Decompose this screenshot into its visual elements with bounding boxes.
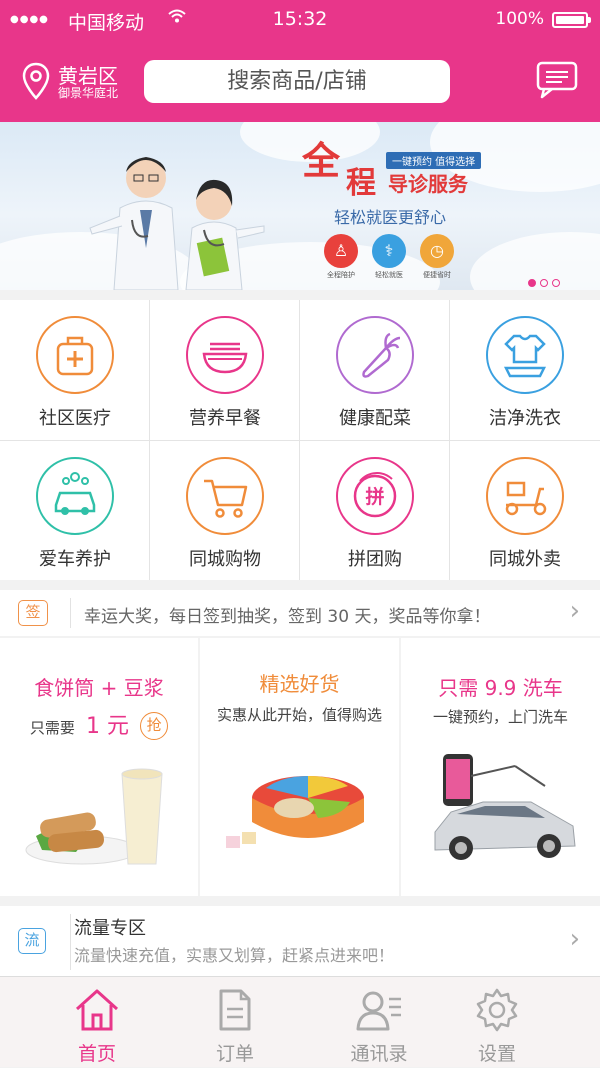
traffic-title: 流量专区 bbox=[74, 918, 146, 939]
status-bar: ●●●● 中国移动 15:32 100% bbox=[0, 0, 600, 40]
chevron-right-icon: › bbox=[569, 596, 580, 626]
sign-in-badge: 签 bbox=[18, 600, 48, 626]
traffic-badge: 流 bbox=[18, 928, 46, 954]
location-community: 御景华庭北 bbox=[58, 86, 119, 100]
tab-label: 订单 bbox=[215, 1043, 254, 1065]
banner-subtitle: 轻松就医更舒心 bbox=[334, 208, 447, 227]
service-community-medical[interactable]: 社区医疗 bbox=[1, 300, 149, 438]
laundry-icon bbox=[486, 316, 564, 394]
service-label: 洁净洗衣 bbox=[489, 408, 561, 429]
breakfast-image bbox=[25, 768, 163, 865]
grab-button[interactable]: 抢 bbox=[140, 712, 169, 740]
group-buy-glyph: 拼 bbox=[365, 485, 384, 508]
traffic-zone[interactable]: 流 流量专区 流量快速充值，实惠又划算，赶紧点进来吧！ › bbox=[0, 906, 600, 976]
settings-icon bbox=[473, 987, 521, 1037]
tab-label: 首页 bbox=[77, 1043, 116, 1065]
message-icon[interactable] bbox=[536, 60, 578, 104]
banner-title: 导诊服务 bbox=[388, 172, 468, 196]
service-breakfast[interactable]: 营养早餐 bbox=[151, 300, 299, 438]
service-label: 拼团购 bbox=[348, 549, 402, 570]
promo-subtitle: 一键预约，上门洗车 bbox=[432, 708, 568, 726]
notice-text: 幸运大奖，每日签到抽奖，签到 30 天，奖品等你拿！ bbox=[84, 607, 491, 627]
promo-price-prefix: 只需要 bbox=[29, 719, 75, 737]
pagination-dot[interactable] bbox=[552, 279, 560, 287]
banner-pagination[interactable] bbox=[524, 272, 560, 290]
pagination-dot[interactable] bbox=[540, 279, 548, 287]
service-healthy-vegetables[interactable]: 健康配菜 bbox=[301, 300, 449, 438]
location-pin-icon bbox=[22, 62, 50, 104]
shopping-cart-icon bbox=[186, 457, 264, 535]
app-header: ●●●● 中国移动 15:32 100% 黄岩区 御景华庭北 搜索商品/店铺 bbox=[0, 0, 600, 122]
service-car-care[interactable]: 爱车养护 bbox=[1, 441, 149, 579]
promo-title: 只需 9.9 洗车 bbox=[438, 676, 563, 700]
sign-in-notice[interactable]: 签 幸运大奖，每日签到抽奖，签到 30 天，奖品等你拿！ › bbox=[0, 590, 600, 636]
search-input[interactable]: 搜索商品/店铺 bbox=[144, 60, 450, 103]
promo-subtitle: 实惠从此开始，值得购选 bbox=[216, 706, 382, 724]
service-local-shopping[interactable]: 同城购物 bbox=[151, 441, 299, 579]
promo-title: 精选好货 bbox=[259, 672, 340, 696]
service-food-delivery[interactable]: 同城外卖 bbox=[451, 441, 599, 579]
banner-feature-2: 轻松就医 bbox=[375, 271, 403, 279]
promo-banner[interactable]: 全 程 一键预约 值得选择 导诊服务 轻松就医更舒心 ♙ ⚕ ◷ 全程陪护 轻松… bbox=[0, 122, 600, 290]
carrot-icon bbox=[336, 316, 414, 394]
banner-feature-1: 全程陪护 bbox=[327, 271, 355, 279]
service-label: 社区医疗 bbox=[39, 408, 111, 429]
medical-kit-icon bbox=[36, 316, 114, 394]
banner-title-char-1: 全 bbox=[302, 139, 341, 183]
banner-badge: 一键预约 值得选择 bbox=[386, 152, 482, 169]
order-icon bbox=[211, 987, 259, 1037]
promo-title: 食饼筒 + 豆浆 bbox=[34, 676, 164, 700]
service-grid: 社区医疗 营养早餐 健康配菜 洁净洗衣 爱车养护 同城购物 拼 拼团购 同城外卖 bbox=[0, 300, 600, 580]
chevron-right-icon: › bbox=[569, 924, 580, 954]
service-group-buy[interactable]: 拼 拼团购 bbox=[301, 441, 449, 579]
service-laundry[interactable]: 洁净洗衣 bbox=[451, 300, 599, 438]
service-label: 爱车养护 bbox=[39, 549, 111, 570]
tab-orders[interactable]: 订单 bbox=[160, 977, 310, 1068]
service-label: 健康配菜 bbox=[339, 408, 411, 429]
stethoscope-icon: ⚕ bbox=[372, 234, 406, 268]
banner-feature-3: 便捷省时 bbox=[423, 271, 451, 279]
promo-price: 1 元 bbox=[86, 714, 129, 739]
tab-home[interactable]: 首页 bbox=[22, 977, 172, 1068]
promo-selected-goods[interactable]: 精选好货 实惠从此开始，值得购选 bbox=[200, 638, 399, 896]
tab-settings[interactable]: 设置 bbox=[422, 977, 572, 1068]
service-label: 同城外卖 bbox=[489, 549, 561, 570]
doctors-illustration bbox=[89, 157, 265, 290]
scooter-icon bbox=[486, 457, 564, 535]
banner-title-char-2: 程 bbox=[346, 166, 376, 201]
promo-section: 食饼筒 + 豆浆 只需要 1 元 抢 精选好货 实惠从此开始，值得购选 只需 9… bbox=[0, 638, 600, 896]
snack-box-image bbox=[226, 776, 364, 848]
promo-car-wash[interactable]: 只需 9.9 洗车 一键预约，上门洗车 bbox=[401, 638, 600, 896]
car-wash-icon bbox=[36, 457, 114, 535]
battery-icon bbox=[552, 12, 591, 28]
noodle-bowl-icon bbox=[186, 316, 264, 394]
car-wash-image bbox=[434, 754, 576, 860]
service-label: 同城购物 bbox=[189, 549, 261, 570]
promo-breakfast-deal[interactable]: 食饼筒 + 豆浆 只需要 1 元 抢 bbox=[0, 638, 198, 896]
tab-bar: 首页 订单 通讯录 设置 bbox=[0, 976, 600, 1067]
group-buy-icon: 拼 bbox=[336, 457, 414, 535]
clock-icon: ◷ bbox=[420, 234, 454, 268]
home-icon bbox=[73, 987, 121, 1037]
battery-percent: 100% bbox=[495, 9, 544, 29]
service-label: 营养早餐 bbox=[189, 408, 261, 429]
traffic-subtitle: 流量快速充值，实惠又划算，赶紧点进来吧！ bbox=[74, 946, 395, 965]
tab-label: 设置 bbox=[477, 1043, 516, 1065]
contacts-icon bbox=[355, 987, 403, 1037]
pagination-dot[interactable] bbox=[528, 279, 536, 287]
escort-icon: ♙ bbox=[324, 234, 358, 268]
